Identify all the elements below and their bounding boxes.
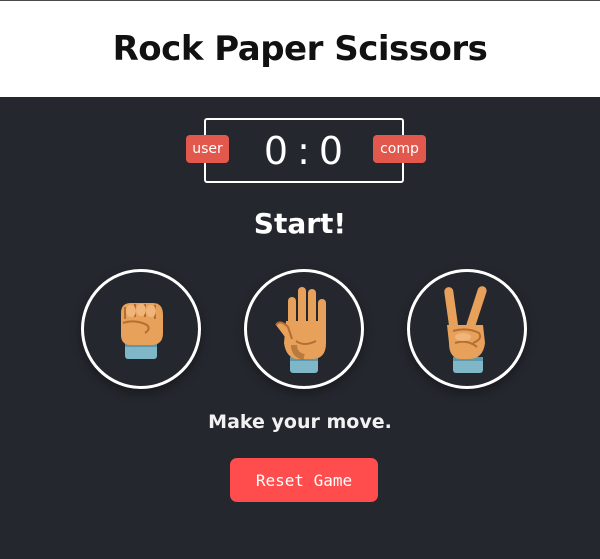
scissors-button[interactable]: [407, 269, 527, 389]
comp-badge: comp: [373, 135, 426, 163]
page-title: Rock Paper Scissors: [112, 29, 488, 69]
rock-button[interactable]: [81, 269, 201, 389]
user-score: 0: [263, 128, 290, 173]
game-area: 0 : 0 user comp Start! Make your move. R…: [0, 97, 600, 559]
score-display: 0 : 0: [264, 129, 344, 173]
comp-score: 0: [318, 128, 345, 173]
result-text: Start!: [253, 207, 347, 240]
score-separator: :: [297, 128, 311, 173]
rock-fist-icon: [121, 303, 163, 359]
user-badge: user: [186, 135, 229, 163]
scissors-hand-icon: [444, 286, 487, 373]
paper-hand-icon: [275, 287, 326, 373]
header: Rock Paper Scissors: [0, 0, 600, 97]
paper-button[interactable]: [244, 269, 364, 389]
status-message: Make your move.: [208, 411, 392, 433]
reset-game-button[interactable]: Reset Game: [230, 458, 378, 502]
